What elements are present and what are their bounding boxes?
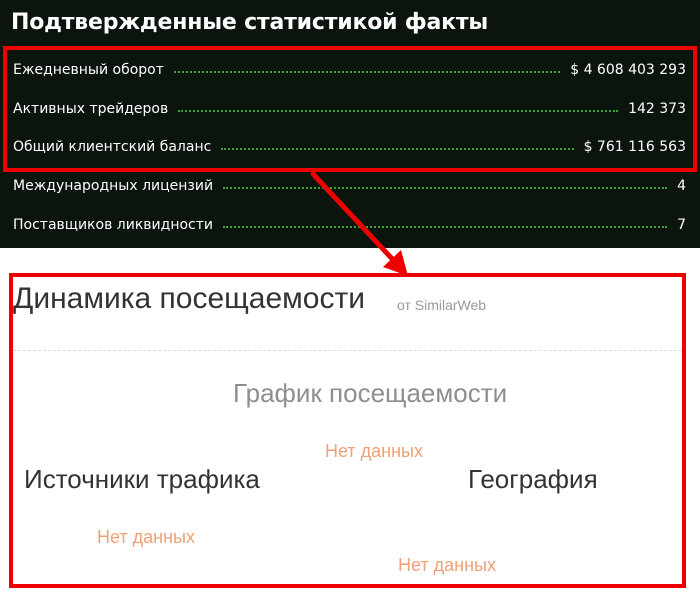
chart-heading: График посещаемости: [233, 378, 508, 408]
traffic-title: Динамика посещаемости: [13, 282, 365, 315]
stat-row-licenses: Международных лицензий 4: [13, 175, 686, 197]
geo-heading: География: [468, 464, 598, 494]
traffic-source-link[interactable]: от SimilarWeb: [397, 297, 486, 313]
stat-label: Международных лицензий: [13, 178, 214, 194]
highlight-box-stats: [3, 46, 697, 172]
dotted-leader: [223, 226, 668, 228]
stats-title: Подтвержденные статистикой факты: [11, 10, 489, 35]
stat-label: Поставщиков ликвидности: [13, 217, 213, 233]
stat-value: 4: [677, 178, 686, 194]
stat-value: 7: [677, 217, 686, 233]
chart-no-data: Нет данных: [325, 441, 423, 461]
stat-row-liquidity-providers: Поставщиков ликвидности 7: [13, 214, 686, 236]
dotted-leader: [223, 187, 668, 189]
sources-no-data: Нет данных: [97, 527, 195, 547]
geo-no-data: Нет данных: [398, 555, 496, 575]
sources-heading: Источники трафика: [24, 464, 260, 494]
divider: [13, 350, 682, 351]
